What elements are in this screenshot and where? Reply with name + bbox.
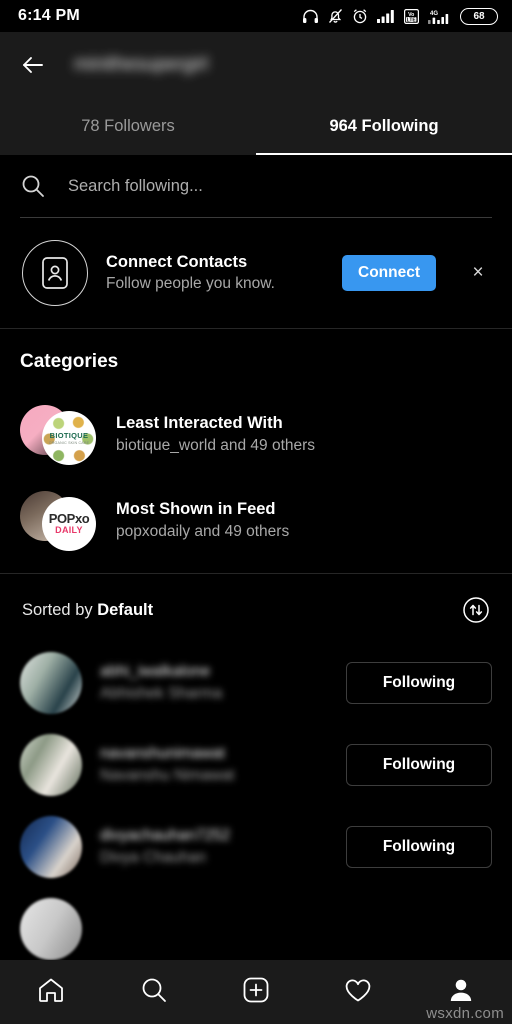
- categories-section: Categories BIOTIQUE ORGANIC SKIN CARE Le…: [0, 329, 512, 573]
- svg-text:4G: 4G: [430, 11, 438, 17]
- category-title: Least Interacted With: [116, 413, 283, 432]
- category-avatar-stack: BIOTIQUE ORGANIC SKIN CARE: [20, 403, 96, 465]
- search-icon: [20, 173, 46, 199]
- signal-bars-icon: [377, 9, 395, 23]
- category-row-most-shown[interactable]: POPxo DAILY Most Shown in Feed popxodail…: [0, 477, 512, 563]
- home-icon: [36, 975, 66, 1010]
- connect-contacts-text: Connect Contacts Follow people you know.: [106, 253, 324, 293]
- user-text: abhi_iwalkalone Abhishek Sharma: [100, 663, 328, 703]
- volte-icon: Vo LTE: [404, 8, 419, 24]
- connect-button[interactable]: Connect: [342, 255, 436, 291]
- bell-muted-icon: [328, 8, 343, 24]
- sort-row: Sorted by Default: [0, 574, 512, 642]
- connect-contacts-card: Connect Contacts Follow people you know.…: [0, 218, 512, 328]
- search-icon: [139, 975, 169, 1010]
- sort-prefix: Sorted by: [22, 600, 98, 619]
- avatar[interactable]: [20, 734, 82, 796]
- following-button[interactable]: Following: [346, 744, 492, 786]
- user-text: navanshunimawat Navanshu Nimawat: [100, 745, 328, 785]
- page-title: minithesupergirl: [74, 53, 209, 75]
- headphones-icon: [302, 9, 319, 24]
- status-icon-group: Vo LTE 4G 68: [302, 7, 498, 25]
- nav-search[interactable]: [102, 975, 204, 1010]
- avatar-front: POPxo DAILY: [42, 497, 96, 551]
- biotique-badge-sub: ORGANIC SKIN CARE: [48, 441, 90, 445]
- add-post-icon: [241, 975, 271, 1010]
- connect-contacts-title: Connect Contacts: [106, 253, 248, 271]
- biotique-badge-main: BIOTIQUE: [49, 431, 89, 440]
- following-user-list: abhi_iwalkalone Abhishek Sharma Followin…: [0, 642, 512, 970]
- avatar[interactable]: [20, 898, 82, 960]
- category-avatar-stack: POPxo DAILY: [20, 489, 96, 551]
- tab-followers[interactable]: 78 Followers: [0, 97, 256, 155]
- status-time: 6:14 PM: [18, 7, 80, 24]
- popxo-badge-sub: DAILY: [55, 525, 83, 536]
- categories-heading: Categories: [20, 351, 119, 372]
- user-handle: divyachauhan7252: [100, 827, 231, 844]
- back-arrow-icon[interactable]: [18, 50, 48, 80]
- battery-level: 68: [473, 10, 485, 22]
- table-row[interactable]: divyachauhan7252 Divya Chauhan Following: [0, 806, 512, 888]
- table-row[interactable]: abhi_iwalkalone Abhishek Sharma Followin…: [0, 642, 512, 724]
- category-text: Least Interacted With biotique_world and…: [116, 414, 315, 455]
- profile-icon: [446, 975, 476, 1010]
- category-subtitle: popxodaily and 49 others: [116, 522, 290, 540]
- following-button[interactable]: Following: [346, 826, 492, 868]
- svg-text:LTE: LTE: [407, 17, 417, 23]
- tab-following[interactable]: 964 Following: [256, 97, 512, 155]
- user-fullname: Divya Chauhan: [100, 849, 206, 866]
- category-text: Most Shown in Feed popxodaily and 49 oth…: [116, 500, 289, 541]
- sort-arrows-icon[interactable]: [462, 596, 490, 624]
- table-row[interactable]: navanshunimawat Navanshu Nimawat Followi…: [0, 724, 512, 806]
- avatar-front: BIOTIQUE ORGANIC SKIN CARE: [42, 411, 96, 465]
- close-icon[interactable]: ×: [464, 262, 492, 284]
- user-text: divyachauhan7252 Divya Chauhan: [100, 827, 328, 867]
- avatar[interactable]: [20, 652, 82, 714]
- search-row: [20, 155, 492, 217]
- following-button[interactable]: Following: [346, 662, 492, 704]
- status-bar: 6:14 PM Vo LTE 4G 68: [0, 0, 512, 32]
- signal-4g-icon: 4G: [428, 9, 451, 24]
- category-row-least-interacted[interactable]: BIOTIQUE ORGANIC SKIN CARE Least Interac…: [0, 391, 512, 477]
- category-title: Most Shown in Feed: [116, 499, 276, 518]
- alarm-clock-icon: [352, 8, 368, 24]
- followers-following-tabs: 78 Followers 964 Following: [0, 97, 512, 155]
- bottom-navigation: [0, 960, 512, 1024]
- connect-contacts-subtitle: Follow people you know.: [106, 275, 275, 292]
- avatar[interactable]: [20, 816, 82, 878]
- sort-value: Default: [97, 600, 154, 619]
- nav-add-post[interactable]: [205, 975, 307, 1010]
- category-subtitle: biotique_world and 49 others: [116, 436, 316, 454]
- user-fullname: Navanshu Nimawat: [100, 767, 235, 784]
- contact-card-icon: [22, 240, 88, 306]
- search-input[interactable]: [68, 176, 492, 196]
- nav-activity[interactable]: [307, 975, 409, 1010]
- battery-icon: 68: [460, 7, 498, 25]
- search-section: [0, 155, 512, 218]
- app-header: minithesupergirl: [0, 32, 512, 97]
- nav-profile[interactable]: [410, 975, 512, 1010]
- table-row-partial[interactable]: [0, 888, 512, 970]
- heart-icon: [343, 975, 373, 1010]
- instagram-following-screen: 6:14 PM Vo LTE 4G 68 minithesupergirl 78…: [0, 0, 512, 1024]
- user-handle: navanshunimawat: [100, 745, 225, 762]
- user-handle: abhi_iwalkalone: [100, 663, 211, 680]
- biotique-badge: BIOTIQUE ORGANIC SKIN CARE: [43, 412, 95, 464]
- nav-home[interactable]: [0, 975, 102, 1010]
- user-fullname: Abhishek Sharma: [100, 685, 223, 702]
- popxo-badge-main: POPxo: [48, 511, 90, 527]
- sort-label: Sorted by Default: [22, 601, 153, 620]
